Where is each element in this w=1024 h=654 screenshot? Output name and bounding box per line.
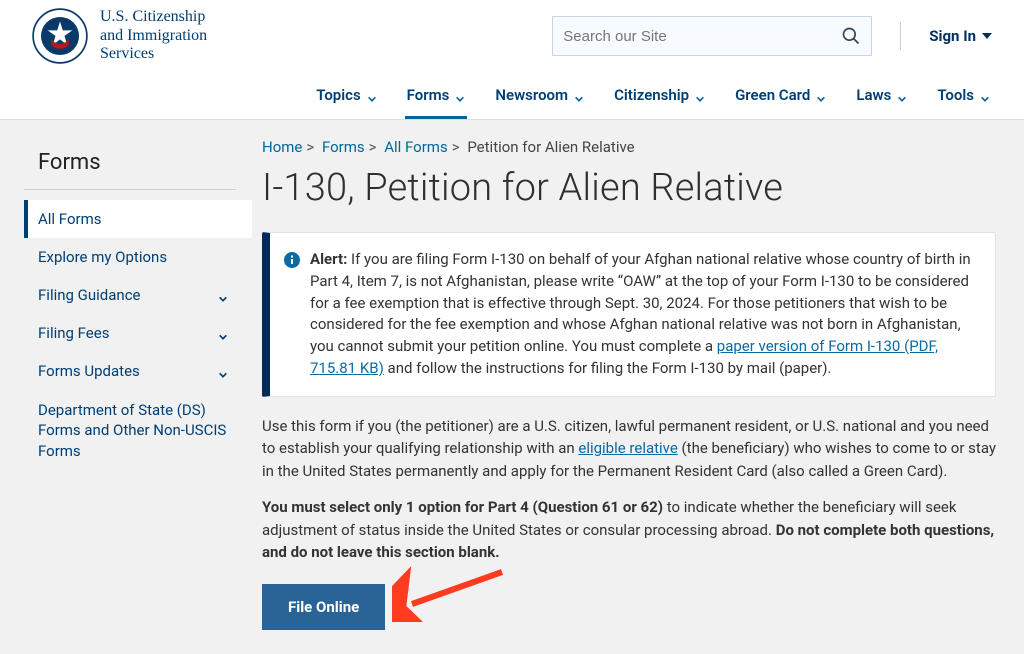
content-row: Forms All Forms Explore my Options Filing … [0,120,1024,654]
alert-label: Alert: [310,250,347,268]
sidebar-item-label: Department of State (DS) Forms and Other… [38,400,228,461]
site-title: U.S. Citizenship and Immigration Service… [100,8,207,63]
alert-body: Alert: If you are filing Form I-130 on b… [310,249,977,380]
search-icon[interactable] [841,26,861,46]
intro-paragraph-1: Use this form if you (the petitioner) ar… [262,415,996,483]
crumb-current: Petition for Alien Relative [467,138,634,156]
chevron-down-icon [897,90,907,100]
sidebar-item[interactable]: Filing Fees [24,314,252,352]
sidebar: Forms All Forms Explore my Options Filing … [0,120,252,654]
annotation-arrow-icon [392,562,512,622]
chevron-down-icon [218,366,228,376]
alert-text-2: and follow the instructions for filing t… [384,359,832,377]
chevron-down-icon [455,90,465,100]
chevron-down-icon [574,90,584,100]
sidebar-item[interactable]: Explore my Options [24,238,252,276]
nav-item-newsroom[interactable]: Newsroom [493,72,586,119]
sidebar-item-label: All Forms [38,210,101,228]
nav-item-citizenship[interactable]: Citizenship [612,72,707,119]
sidebar-item[interactable]: Forms Updates [24,352,252,390]
nav-item-green-card[interactable]: Green Card [733,72,828,119]
sidebar-item-label: Filing Fees [38,324,109,342]
chevron-down-icon [816,90,826,100]
search-input[interactable] [563,28,841,45]
eligible-relative-link[interactable]: eligible relative [578,439,677,457]
crumb-forms[interactable]: Forms [322,138,365,156]
alert-box: Alert: If you are filing Form I-130 on b… [262,232,996,397]
chevron-down-icon [980,90,990,100]
sign-in-menu[interactable]: Sign In [929,27,992,45]
main-content: Home> Forms> All Forms> Petition for Ali… [252,120,1024,654]
sidebar-item[interactable]: All Forms [24,200,252,238]
chevron-down-icon [367,90,377,100]
nav-item-forms[interactable]: Forms [405,72,468,119]
chevron-down-icon [218,290,228,300]
sidebar-item[interactable]: Department of State (DS) Forms and Other… [24,390,252,471]
info-icon [284,252,300,268]
intro-paragraph-2: You must select only 1 option for Part 4… [262,496,996,564]
sidebar-item[interactable]: Filing Guidance [24,276,252,314]
file-online-button[interactable]: File Online [262,584,385,630]
chevron-down-icon [695,90,705,100]
search-box[interactable] [552,16,872,56]
breadcrumb: Home> Forms> All Forms> Petition for Ali… [262,138,996,156]
nav-item-laws[interactable]: Laws [854,72,909,119]
sidebar-item-label: Explore my Options [38,248,167,266]
page-title: I-130, Petition for Alien Relative [262,166,996,210]
sidebar-item-label: Forms Updates [38,362,140,380]
caret-down-icon [982,33,992,39]
chevron-down-icon [218,328,228,338]
sidebar-heading: Forms [24,144,236,190]
sign-in-label: Sign In [929,27,976,45]
crumb-home[interactable]: Home [262,138,302,156]
divider [900,22,901,50]
dhs-seal-icon [32,8,88,64]
logo-block[interactable]: U.S. Citizenship and Immigration Service… [32,8,207,64]
top-bar: U.S. Citizenship and Immigration Service… [0,0,1024,72]
sidebar-item-label: Filing Guidance [38,286,141,304]
nav-item-topics[interactable]: Topics [314,72,378,119]
crumb-all[interactable]: All Forms [384,138,447,156]
nav-item-tools[interactable]: Tools [935,72,992,119]
main-nav: Topics Forms Newsroom Citizenship Green Card… [0,72,1024,120]
